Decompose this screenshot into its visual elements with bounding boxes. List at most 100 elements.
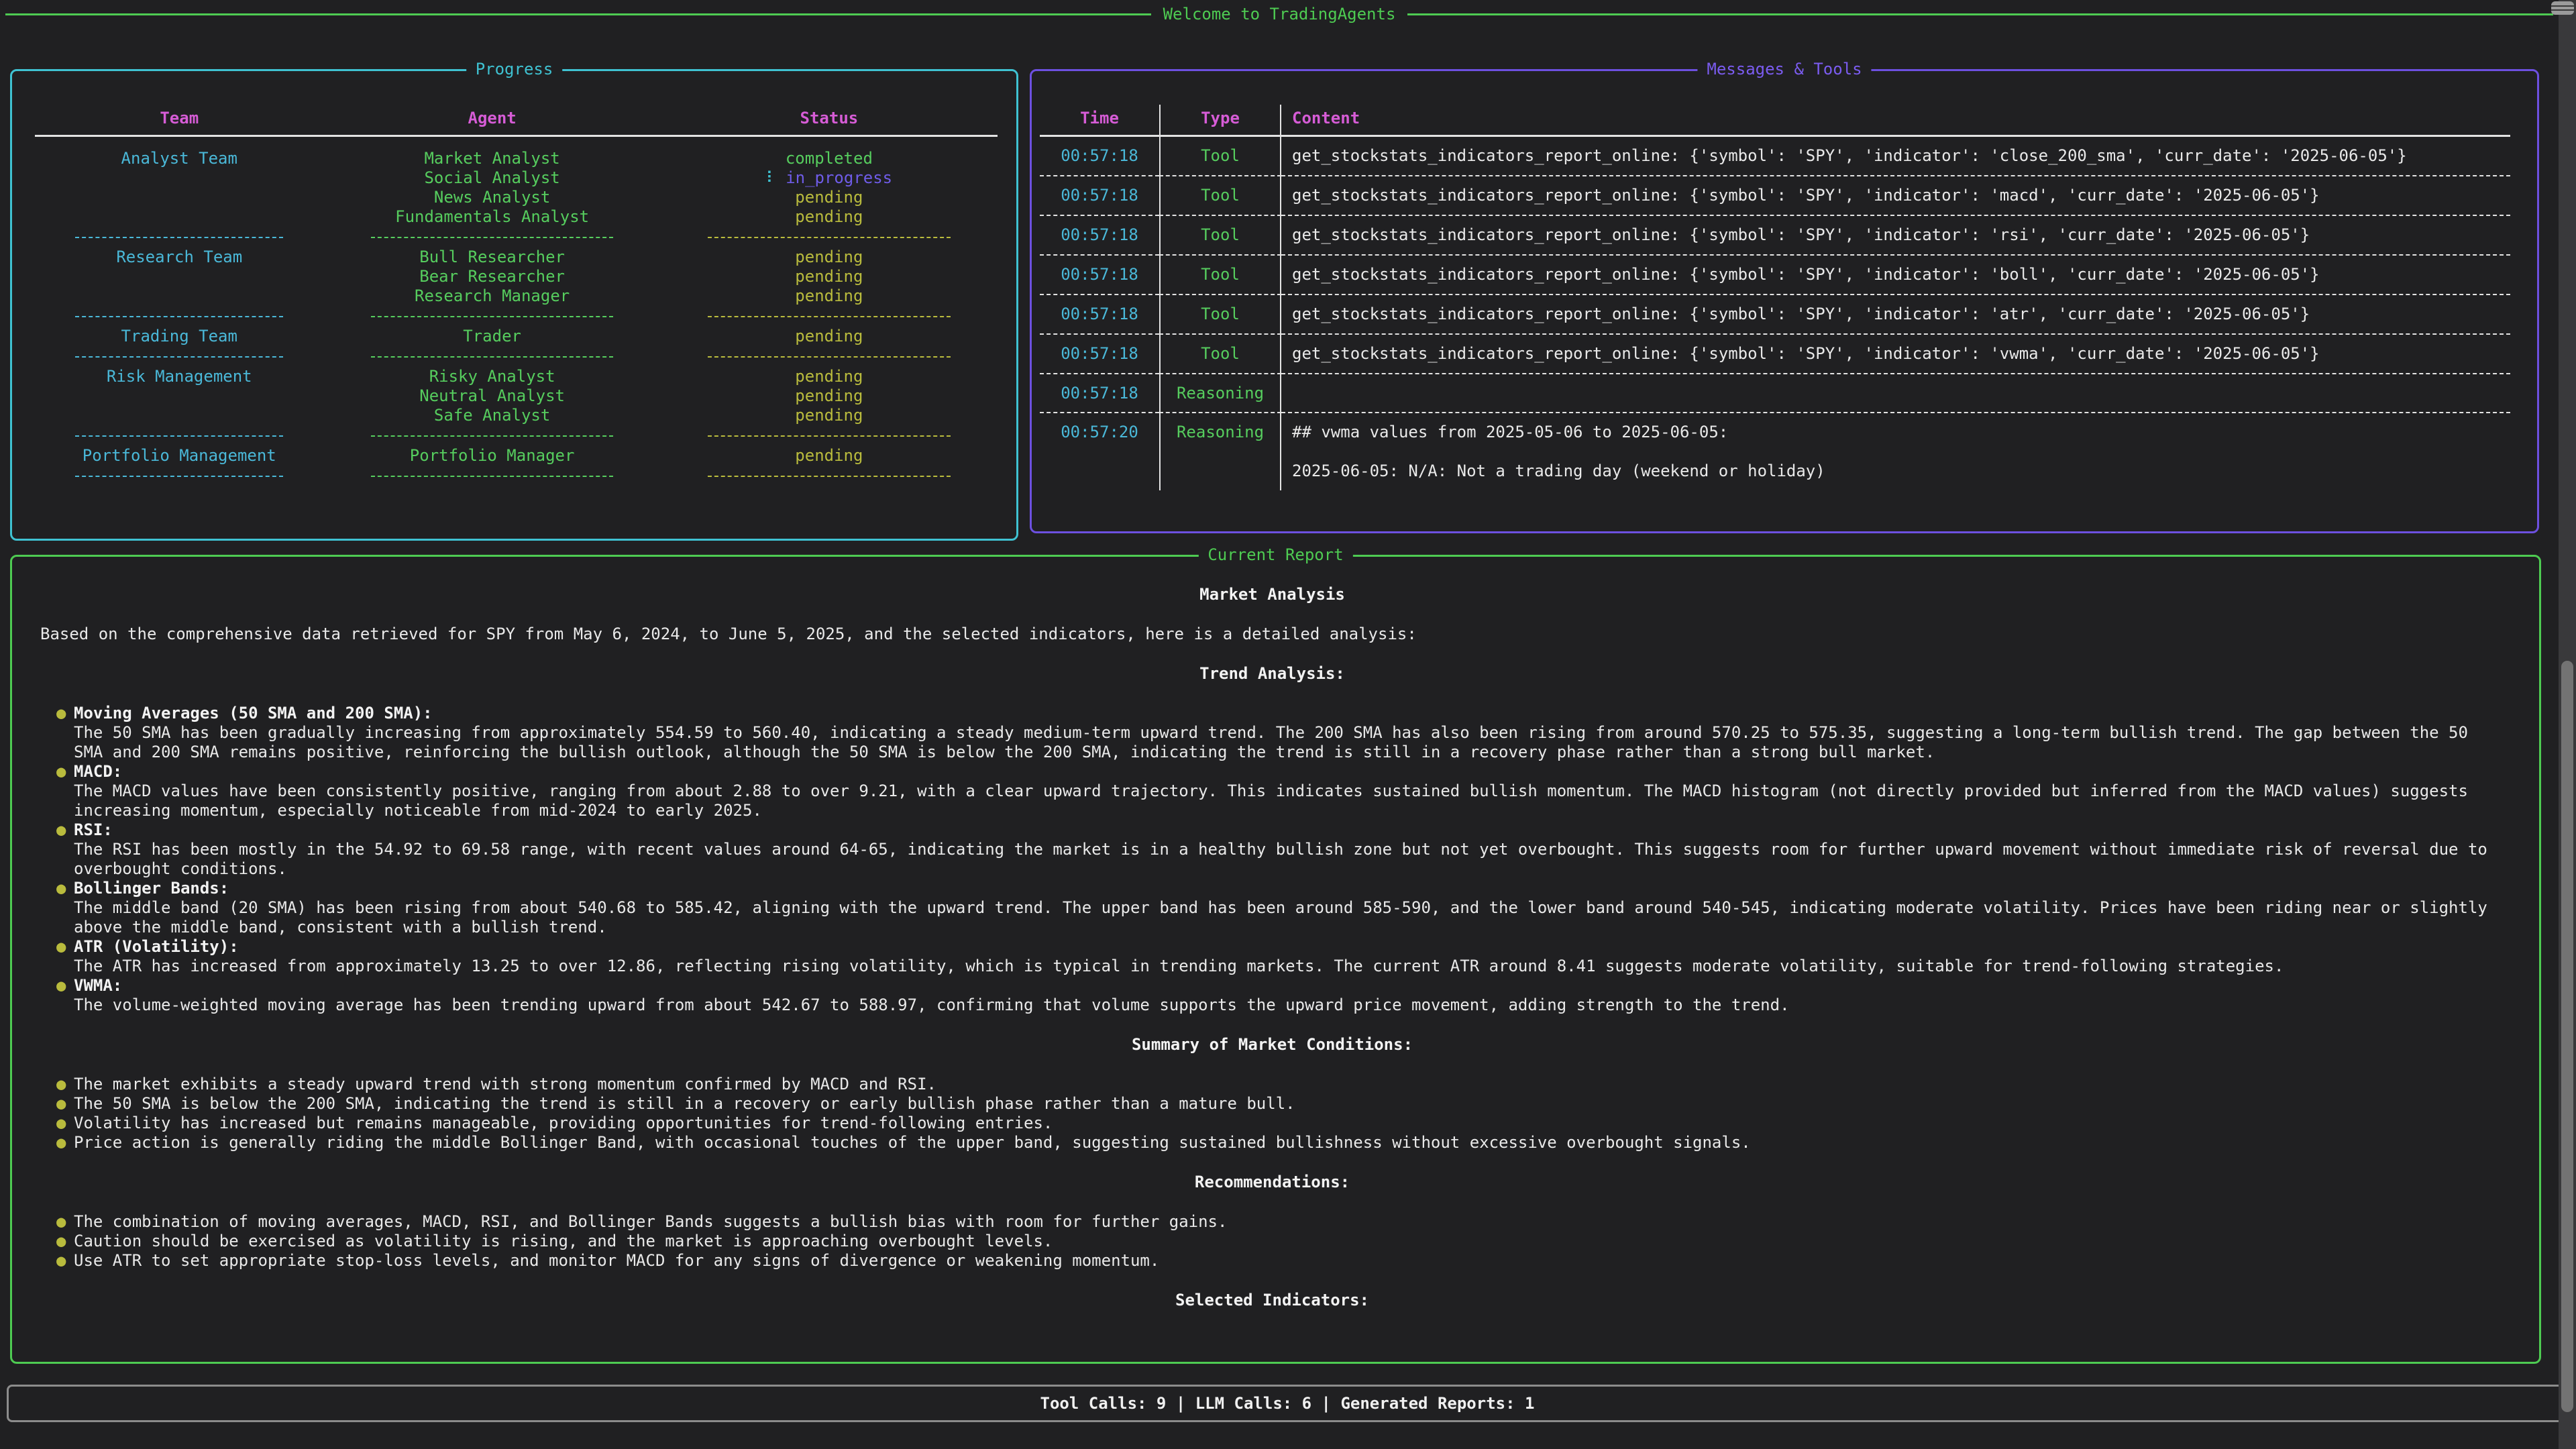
bullet-icon: ● <box>56 937 74 976</box>
report-bullet: ●VWMA: The volume-weighted moving averag… <box>56 976 2504 1015</box>
team-name: Portfolio Management <box>35 446 324 466</box>
agent-status: pending <box>661 446 998 466</box>
message-time: 00:57:18 <box>1040 216 1159 256</box>
group-separator-line <box>75 356 283 358</box>
agent-status: pending <box>661 248 998 267</box>
message-time: 00:57:18 <box>1040 137 1159 176</box>
report-bullet-title: ATR (Volatility): <box>74 937 239 956</box>
bullet-icon: ● <box>56 704 74 762</box>
bullet-icon: ● <box>56 1251 74 1271</box>
message-content: get_stockstats_indicators_report_online:… <box>1281 216 2510 256</box>
message-type: Tool <box>1159 335 1281 374</box>
progress-row: Research Managerpending <box>35 286 998 306</box>
agent-name: Research Manager <box>324 286 661 306</box>
bullet-icon: ● <box>56 1114 74 1133</box>
agent-status: pending <box>661 188 998 207</box>
messages-col-header-content: Content <box>1281 105 2510 137</box>
report-bullet-text: MACD: The MACD values have been consiste… <box>74 762 2504 820</box>
message-content: get_stockstats_indicators_report_online:… <box>1281 295 2510 335</box>
welcome-header: Welcome to TradingAgents <box>5 4 2553 24</box>
report-bullet-text: The 50 SMA is below the 200 SMA, indicat… <box>74 1094 2504 1114</box>
agent-name: Trader <box>324 327 661 346</box>
report-section-heading: Selected Indicators: <box>40 1291 2504 1310</box>
team-name <box>35 168 324 188</box>
scrollbar-thumb[interactable] <box>2561 661 2573 1412</box>
report-bullet: ●The combination of moving averages, MAC… <box>56 1212 2504 1232</box>
app-title: Welcome to TradingAgents <box>1151 5 1408 23</box>
report-bullet: ●The market exhibits a steady upward tre… <box>56 1075 2504 1094</box>
agent-status: pending <box>661 327 998 346</box>
progress-group-separator <box>35 227 998 248</box>
report-bullet: ●Moving Averages (50 SMA and 200 SMA): T… <box>56 704 2504 762</box>
bullet-icon: ● <box>56 762 74 820</box>
group-separator-line <box>371 316 614 317</box>
group-separator-line <box>708 316 951 317</box>
progress-row: Trading TeamTraderpending <box>35 327 998 346</box>
progress-row: Portfolio ManagementPortfolio Managerpen… <box>35 446 998 466</box>
progress-col-header-agent: Agent <box>324 107 661 129</box>
message-type: Tool <box>1159 137 1281 176</box>
report-bullet-text: Caution should be exercised as volatilit… <box>74 1232 2504 1251</box>
agent-name: Social Analyst <box>324 168 661 188</box>
agent-name: Fundamentals Analyst <box>324 207 661 227</box>
report-bullet: ●Price action is generally riding the mi… <box>56 1133 2504 1152</box>
message-type: Reasoning <box>1159 413 1281 490</box>
group-separator-line <box>708 356 951 358</box>
message-content: get_stockstats_indicators_report_online:… <box>1281 335 2510 374</box>
status-bar: Tool Calls: 9 | LLM Calls: 6 | Generated… <box>7 1385 2568 1422</box>
team-name <box>35 188 324 207</box>
bullet-icon: ● <box>56 1094 74 1114</box>
agent-name: Risky Analyst <box>324 367 661 386</box>
report-bullet-text: The combination of moving averages, MACD… <box>74 1212 2504 1232</box>
messages-col-header-time: Time <box>1040 105 1159 137</box>
message-type: Reasoning <box>1159 374 1281 413</box>
agent-name: Bear Researcher <box>324 267 661 286</box>
group-separator-line <box>75 237 283 238</box>
progress-row: Bear Researcherpending <box>35 267 998 286</box>
progress-row: Fundamentals Analystpending <box>35 207 998 227</box>
report-bullet: ●Use ATR to set appropriate stop-loss le… <box>56 1251 2504 1271</box>
header-rule-left <box>5 13 1151 15</box>
agent-status: pending <box>661 267 998 286</box>
group-separator-line <box>371 476 614 477</box>
group-separator-line <box>708 476 951 477</box>
group-separator-line <box>708 435 951 437</box>
message-content: get_stockstats_indicators_report_online:… <box>1281 137 2510 176</box>
progress-group-separator <box>35 466 998 486</box>
group-separator-line <box>75 435 283 437</box>
agent-name: News Analyst <box>324 188 661 207</box>
group-separator-line <box>371 237 614 238</box>
report-bullet-title: Bollinger Bands: <box>74 879 229 898</box>
report-body: Market Analysis Based on the comprehensi… <box>12 557 2539 1310</box>
group-separator-line <box>708 237 951 238</box>
agent-name: Bull Researcher <box>324 248 661 267</box>
scrollbar-grip-icon[interactable] <box>2551 1 2574 15</box>
report-bullet: ●MACD: The MACD values have been consist… <box>56 762 2504 820</box>
team-name <box>35 386 324 406</box>
message-content <box>1281 374 2510 413</box>
bullet-icon: ● <box>56 1232 74 1251</box>
agent-name: Portfolio Manager <box>324 446 661 466</box>
report-section-heading: Recommendations: <box>40 1173 2504 1192</box>
report-intro: Based on the comprehensive data retrieve… <box>40 625 2504 644</box>
agent-status: pending <box>661 367 998 386</box>
bullet-icon: ● <box>56 1133 74 1152</box>
progress-row: Safe Analystpending <box>35 406 998 425</box>
team-name <box>35 406 324 425</box>
message-time: 00:57:18 <box>1040 374 1159 413</box>
message-time: 00:57:18 <box>1040 176 1159 216</box>
bullet-icon: ● <box>56 820 74 879</box>
report-bullet-text: Moving Averages (50 SMA and 200 SMA): Th… <box>74 704 2504 762</box>
agent-status: completed <box>661 149 998 168</box>
report-panel-title: Current Report <box>1198 545 1352 564</box>
team-name <box>35 207 324 227</box>
bullet-icon: ● <box>56 976 74 1015</box>
report-bullet-text: RSI: The RSI has been mostly in the 54.9… <box>74 820 2504 879</box>
agent-name: Safe Analyst <box>324 406 661 425</box>
progress-row: Research TeamBull Researcherpending <box>35 248 998 267</box>
bullet-icon: ● <box>56 1212 74 1232</box>
messages-col-header-type: Type <box>1159 105 1281 137</box>
team-name: Risk Management <box>35 367 324 386</box>
message-content: get_stockstats_indicators_report_online:… <box>1281 176 2510 216</box>
agent-name: Neutral Analyst <box>324 386 661 406</box>
